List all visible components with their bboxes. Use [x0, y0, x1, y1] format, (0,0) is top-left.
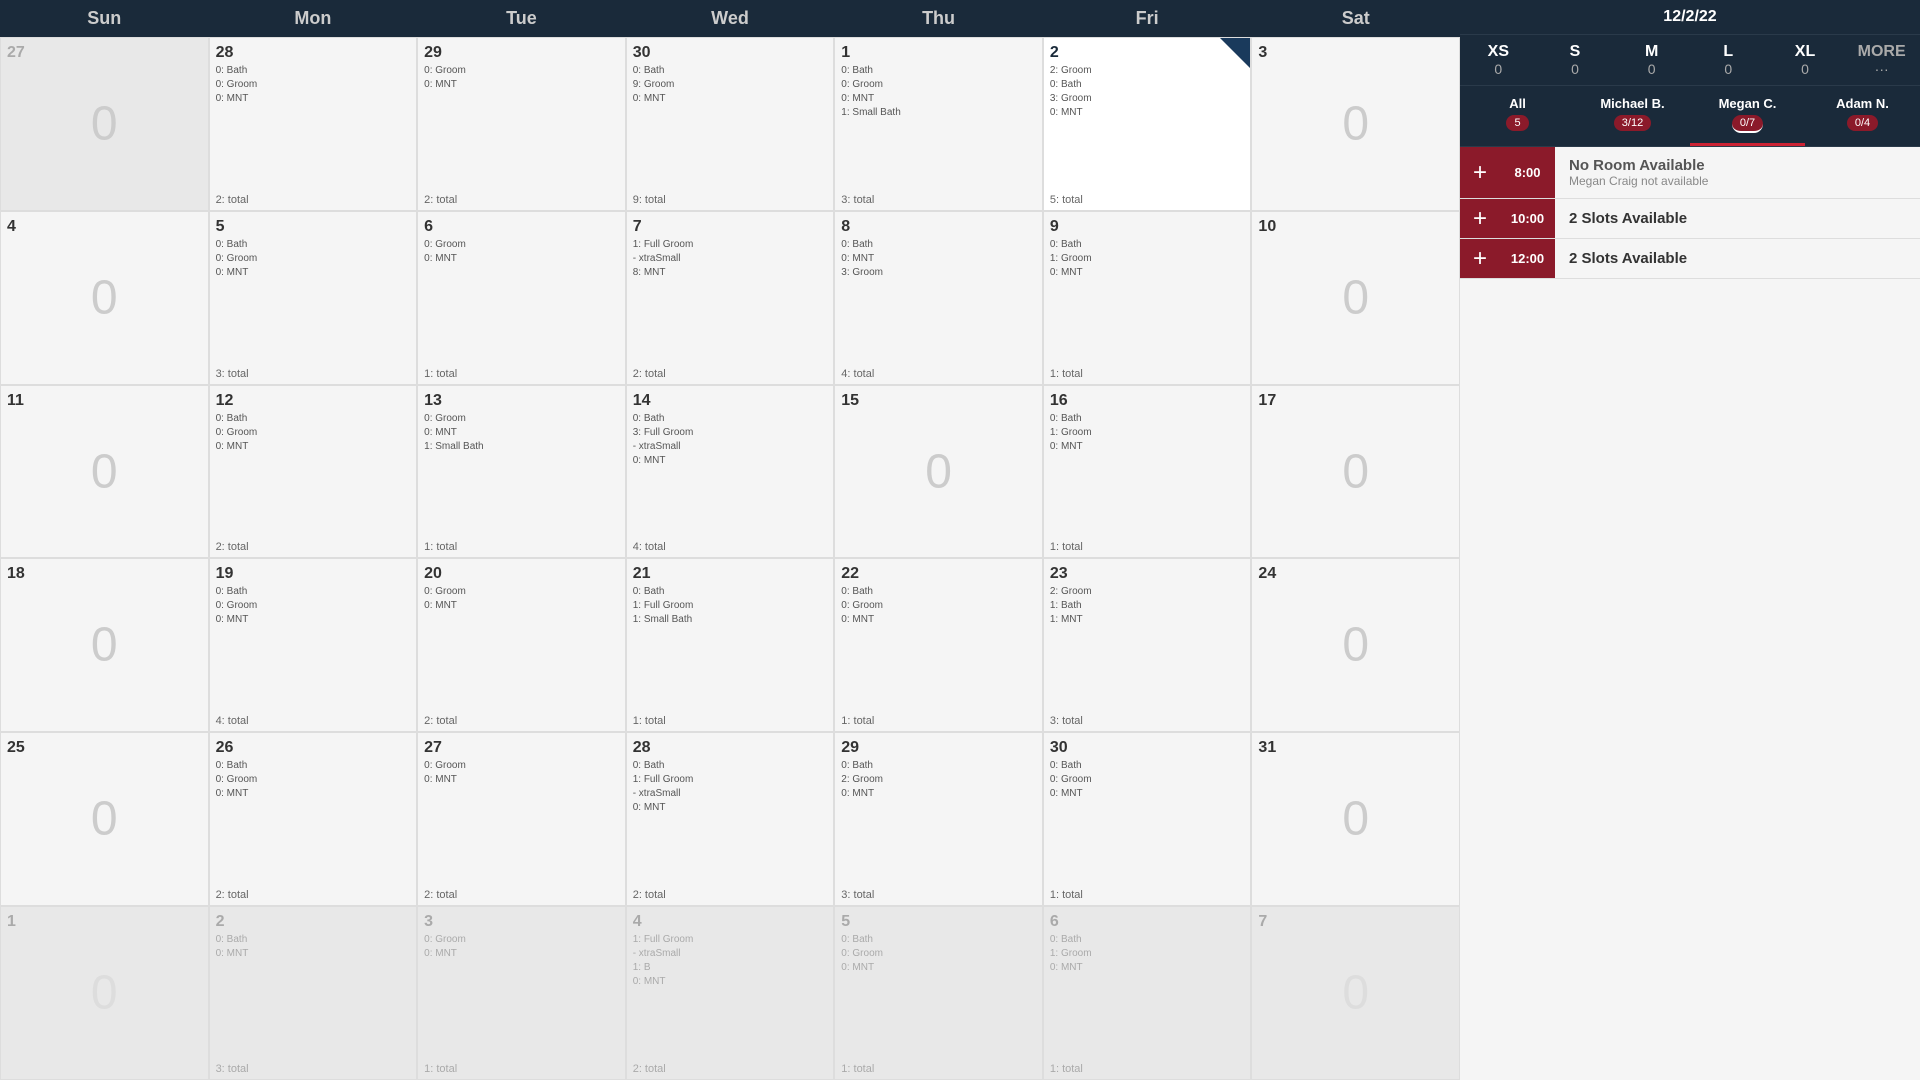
calendar-grid: 27 0 28 0: Bath0: Groom0: MNT 2: total 2…: [0, 37, 1460, 1080]
size-filter-m[interactable]: M 0: [1613, 35, 1690, 85]
time-slot-800-title: No Room Available: [1569, 157, 1906, 174]
cal-cell-7[interactable]: 7 1: Full Groom- xtraSmall8: MNT 2: tota…: [626, 211, 835, 385]
cal-cell-3-next[interactable]: 3 0: Groom0: MNT 1: total: [417, 906, 626, 1080]
cal-cell-15[interactable]: 15 0: [834, 385, 1043, 559]
time-slot-1000-info: 2 Slots Available: [1555, 199, 1920, 238]
cal-cell-9[interactable]: 9 0: Bath1: Groom0: MNT 1: total: [1043, 211, 1252, 385]
time-slot-1200: + 12:00 2 Slots Available: [1460, 239, 1920, 279]
cal-cell-7-next[interactable]: 7 0: [1251, 906, 1460, 1080]
cal-cell-6[interactable]: 6 0: Groom0: MNT 1: total: [417, 211, 626, 385]
cal-cell-20[interactable]: 20 0: Groom0: MNT 2: total: [417, 558, 626, 732]
time-slot-1200-add[interactable]: +: [1460, 239, 1500, 278]
time-slot-800-time: 8:00: [1500, 147, 1555, 198]
time-slots: + 8:00 No Room Available Megan Craig not…: [1460, 147, 1920, 1080]
cal-cell-2-next[interactable]: 2 0: Bath0: MNT 3: total: [209, 906, 418, 1080]
cal-cell-12[interactable]: 12 0: Bath0: Groom0: MNT 2: total: [209, 385, 418, 559]
person-filter-all[interactable]: All 5: [1460, 86, 1575, 146]
day-wed: Wed: [626, 0, 835, 37]
cal-cell-4-next[interactable]: 4 1: Full Groom- xtraSmall1: B0: MNT 2: …: [626, 906, 835, 1080]
cal-cell-29[interactable]: 29 0: Bath2: Groom0: MNT 3: total: [834, 732, 1043, 906]
time-slot-800-subtitle: Megan Craig not available: [1569, 174, 1906, 188]
day-mon: Mon: [209, 0, 418, 37]
time-slot-800: + 8:00 No Room Available Megan Craig not…: [1460, 147, 1920, 199]
main-container: Sun Mon Tue Wed Thu Fri Sat 27 0 28 0: B…: [0, 0, 1920, 1080]
cal-cell-21[interactable]: 21 0: Bath1: Full Groom1: Small Bath 1: …: [626, 558, 835, 732]
person-filters: All 5 Michael B. 3/12 Megan C. 0/7 Adam …: [1460, 86, 1920, 147]
person-filter-adam[interactable]: Adam N. 0/4: [1805, 86, 1920, 146]
time-slot-1000-time: 10:00: [1500, 199, 1555, 238]
time-slot-1000-title: 2 Slots Available: [1569, 210, 1906, 227]
day-headers: Sun Mon Tue Wed Thu Fri Sat: [0, 0, 1460, 37]
cal-cell-3[interactable]: 3 0: [1251, 37, 1460, 211]
day-thu: Thu: [834, 0, 1043, 37]
cal-cell-18[interactable]: 18 0: [0, 558, 209, 732]
cal-cell-25[interactable]: 25 0: [0, 732, 209, 906]
cal-cell-27-prev[interactable]: 27 0: [0, 37, 209, 211]
time-slot-1200-info: 2 Slots Available: [1555, 239, 1920, 278]
cal-cell-16[interactable]: 16 0: Bath1: Groom0: MNT 1: total: [1043, 385, 1252, 559]
time-slot-1200-title: 2 Slots Available: [1569, 250, 1906, 267]
day-sat: Sat: [1251, 0, 1460, 37]
cal-cell-4[interactable]: 4 0: [0, 211, 209, 385]
cal-cell-28[interactable]: 28 0: Bath0: Groom0: MNT 2: total: [209, 37, 418, 211]
cal-cell-14[interactable]: 14 0: Bath3: Full Groom- xtraSmall0: MNT…: [626, 385, 835, 559]
cal-cell-27[interactable]: 27 0: Groom0: MNT 2: total: [417, 732, 626, 906]
cal-cell-10[interactable]: 10 0: [1251, 211, 1460, 385]
day-fri: Fri: [1043, 0, 1252, 37]
cal-cell-1-next[interactable]: 1 0: [0, 906, 209, 1080]
time-slot-1200-time: 12:00: [1500, 239, 1555, 278]
time-slot-800-info: No Room Available Megan Craig not availa…: [1555, 147, 1920, 198]
size-filter-l[interactable]: L 0: [1690, 35, 1767, 85]
cal-cell-23[interactable]: 23 2: Groom1: Bath1: MNT 3: total: [1043, 558, 1252, 732]
cal-cell-30[interactable]: 30 0: Bath9: Groom0: MNT 9: total: [626, 37, 835, 211]
cal-cell-26[interactable]: 26 0: Bath0: Groom0: MNT 2: total: [209, 732, 418, 906]
cal-cell-2-today[interactable]: 2 2: Groom0: Bath3: Groom0: MNT 5: total: [1043, 37, 1252, 211]
cal-cell-29[interactable]: 29 0: Groom0: MNT 2: total: [417, 37, 626, 211]
cal-cell-17[interactable]: 17 0: [1251, 385, 1460, 559]
person-filter-megan[interactable]: Megan C. 0/7: [1690, 86, 1805, 146]
cal-cell-13[interactable]: 13 0: Groom0: MNT1: Small Bath 1: total: [417, 385, 626, 559]
cal-cell-1[interactable]: 1 0: Bath0: Groom0: MNT1: Small Bath 3: …: [834, 37, 1043, 211]
cal-cell-5[interactable]: 5 0: Bath0: Groom0: MNT 3: total: [209, 211, 418, 385]
cal-cell-30-dec[interactable]: 30 0: Bath0: Groom0: MNT 1: total: [1043, 732, 1252, 906]
right-panel: 12/2/22 XS 0 S 0 M 0 L 0 XL 0: [1460, 0, 1920, 1080]
time-slot-800-add[interactable]: +: [1460, 147, 1500, 198]
time-slot-1000-add[interactable]: +: [1460, 199, 1500, 238]
cal-cell-22[interactable]: 22 0: Bath0: Groom0: MNT 1: total: [834, 558, 1043, 732]
cal-cell-6-next[interactable]: 6 0: Bath1: Groom0: MNT 1: total: [1043, 906, 1252, 1080]
cal-cell-19[interactable]: 19 0: Bath0: Groom0: MNT 4: total: [209, 558, 418, 732]
size-filter-more[interactable]: MORE ···: [1843, 35, 1920, 85]
cal-cell-24[interactable]: 24 0: [1251, 558, 1460, 732]
day-tue: Tue: [417, 0, 626, 37]
calendar-section: Sun Mon Tue Wed Thu Fri Sat 27 0 28 0: B…: [0, 0, 1460, 1080]
today-indicator: [1220, 38, 1250, 68]
size-filter-s[interactable]: S 0: [1537, 35, 1614, 85]
size-filters: XS 0 S 0 M 0 L 0 XL 0 MORE ···: [1460, 35, 1920, 86]
cal-cell-31[interactable]: 31 0: [1251, 732, 1460, 906]
cal-cell-11[interactable]: 11 0: [0, 385, 209, 559]
day-sun: Sun: [0, 0, 209, 37]
size-filter-xs[interactable]: XS 0: [1460, 35, 1537, 85]
cal-cell-5-next[interactable]: 5 0: Bath0: Groom0: MNT 1: total: [834, 906, 1043, 1080]
panel-date-header: 12/2/22: [1460, 0, 1920, 35]
cal-cell-8[interactable]: 8 0: Bath0: MNT3: Groom 4: total: [834, 211, 1043, 385]
size-filter-xl[interactable]: XL 0: [1767, 35, 1844, 85]
person-filter-michael[interactable]: Michael B. 3/12: [1575, 86, 1690, 146]
cal-cell-28[interactable]: 28 0: Bath1: Full Groom- xtraSmall0: MNT…: [626, 732, 835, 906]
time-slot-1000: + 10:00 2 Slots Available: [1460, 199, 1920, 239]
